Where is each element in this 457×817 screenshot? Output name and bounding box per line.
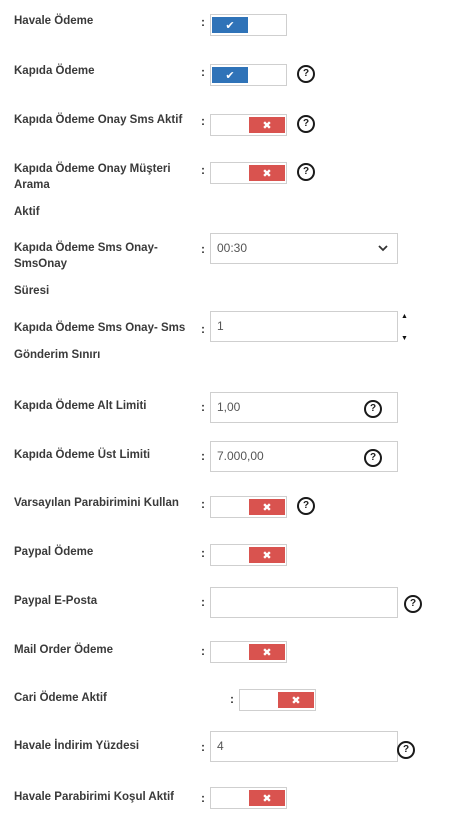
question-circle-icon[interactable]: ? [297,65,315,83]
question-circle-icon[interactable]: ? [297,497,315,515]
toggle-kapida-onay-musteri[interactable]: ✖ [210,162,287,184]
label-havale-parabirimi: Havale Parabirimi Koşul Aktif [14,791,174,803]
colon: : [201,449,205,463]
label-havale-odeme: Havale Ödeme [14,15,94,27]
colon: : [201,322,205,336]
toggle-havale-odeme[interactable]: ✔ [210,14,287,36]
input-alt-limit[interactable]: 1,00 ? [210,392,398,423]
label-varsayilan-para: Varsayılan Parabirimini Kullan [14,497,179,509]
x-icon: ✖ [249,790,285,806]
colon: : [201,400,205,414]
input-havale-indirim[interactable]: 4 [210,731,398,762]
label-cari-odeme: Cari Ödeme Aktif [14,692,107,704]
select-sms-suresi[interactable]: 00:30 [210,233,398,264]
colon: : [201,163,205,177]
colon: : [201,65,205,79]
x-icon: ✖ [278,692,314,708]
label-line-1: Kapıda Ödeme Onay Müşteri Arama [14,163,171,191]
label-mail-order: Mail Order Ödeme [14,644,114,656]
select-value: 00:30 [217,241,248,255]
input-paypal-eposta[interactable] [210,587,398,618]
toggle-kapida-onay-sms[interactable]: ✖ [210,114,287,136]
x-icon: ✖ [249,117,285,133]
label-kapida-sms-suresi: Kapıda Ödeme Sms Onay- SmsOnay Süresi [14,240,200,299]
input-value: 1 [217,319,224,333]
label-paypal-eposta: Paypal E-Posta [14,595,98,607]
label-kapida-onay-musteri: Kapıda Ödeme Onay Müşteri Arama Aktif [14,161,200,220]
toggle-cari-odeme[interactable]: ✖ [239,689,316,711]
colon: : [201,114,205,128]
label-line-1: Kapıda Ödeme Sms Onay- SmsOnay [14,242,158,270]
question-circle-icon[interactable]: ? [297,163,315,181]
label-line-2: Aktif [14,206,40,218]
label-kapida-sms-siniri: Kapıda Ödeme Sms Onay- Sms Gönderim Sını… [14,320,200,363]
colon: : [201,15,205,29]
triangle-down-icon[interactable]: ▼ [401,335,408,343]
number-sms-siniri[interactable]: 1 [210,311,398,342]
triangle-up-icon[interactable]: ▲ [401,313,408,321]
check-icon: ✔ [212,67,248,83]
x-icon: ✖ [249,165,285,181]
x-icon: ✖ [249,547,285,563]
toggle-kapida-odeme[interactable]: ✔ [210,64,287,86]
question-circle-icon[interactable]: ? [364,400,382,418]
input-value: 1,00 [217,400,241,414]
colon: : [201,497,205,511]
input-value: 7.000,00 [217,449,264,463]
x-icon: ✖ [249,499,285,515]
label-line-2: Gönderim Sınırı [14,349,101,361]
colon: : [201,791,205,805]
colon: : [201,546,205,560]
question-circle-icon[interactable]: ? [397,741,415,759]
input-value: 4 [217,739,224,753]
toggle-havale-parabirimi[interactable]: ✖ [210,787,287,809]
colon: : [201,740,205,754]
toggle-mail-order[interactable]: ✖ [210,641,287,663]
question-circle-icon[interactable]: ? [404,595,422,613]
question-circle-icon[interactable]: ? [364,449,382,467]
label-line-1: Kapıda Ödeme Sms Onay- Sms [14,322,186,334]
colon: : [201,595,205,609]
label-kapida-alt-limit: Kapıda Ödeme Alt Limiti [14,400,147,412]
input-ust-limit[interactable]: 7.000,00 ? [210,441,398,472]
label-paypal-odeme: Paypal Ödeme [14,546,94,558]
x-icon: ✖ [249,644,285,660]
toggle-paypal-odeme[interactable]: ✖ [210,544,287,566]
label-kapida-ust-limit: Kapıda Ödeme Üst Limiti [14,449,151,461]
chevron-down-icon [378,245,388,252]
colon: : [230,692,234,706]
label-kapida-onay-sms: Kapıda Ödeme Onay Sms Aktif [14,114,183,126]
toggle-varsayilan-para[interactable]: ✖ [210,496,287,518]
question-circle-icon[interactable]: ? [297,115,315,133]
check-icon: ✔ [212,17,248,33]
label-line-2: Süresi [14,285,50,297]
label-havale-indirim: Havale İndirim Yüzdesi [14,740,140,752]
label-kapida-odeme: Kapıda Ödeme [14,65,95,77]
colon: : [201,644,205,658]
colon: : [201,242,205,256]
